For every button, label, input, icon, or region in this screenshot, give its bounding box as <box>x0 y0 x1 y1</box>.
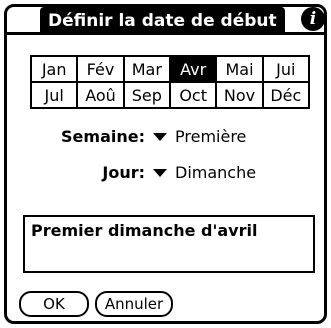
month-cell[interactable]: Aoû <box>77 82 124 108</box>
day-row: Jour: Dimanche <box>57 163 256 182</box>
month-cell[interactable]: Oct <box>169 82 217 108</box>
day-popup-trigger[interactable]: Dimanche <box>153 163 256 182</box>
cancel-button[interactable]: Annuler <box>95 291 173 317</box>
month-cell[interactable]: Sep <box>123 82 170 108</box>
month-cell[interactable]: Fév <box>77 56 124 82</box>
month-cell[interactable]: Jul <box>31 82 78 108</box>
week-popup-trigger[interactable]: Première <box>153 127 246 146</box>
month-cell[interactable]: Avr <box>169 56 217 82</box>
month-cell[interactable]: Jan <box>31 56 78 82</box>
info-icon[interactable]: i <box>301 7 325 31</box>
month-cell[interactable]: Déc <box>262 82 309 108</box>
dropdown-arrow-icon <box>153 168 167 177</box>
date-dialog: Définir la date de début i Jan Fév Mar Avr M… <box>4 4 327 324</box>
day-label: Jour: <box>102 163 145 182</box>
month-cell[interactable]: Nov <box>216 82 263 108</box>
ok-button[interactable]: OK <box>19 291 89 317</box>
month-cell[interactable]: Mar <box>123 56 170 82</box>
title-bar: Définir la date de début i <box>4 4 327 38</box>
month-cell[interactable]: Mai <box>216 56 263 82</box>
month-selector: Jan Fév Mar Avr Mai Jui Jul Aoû Sep Oct Nov Déc <box>30 55 310 109</box>
dropdown-arrow-icon <box>153 132 167 141</box>
day-value: Dimanche <box>175 163 257 182</box>
week-value: Première <box>175 127 247 146</box>
result-description: Premier dimanche d'avril <box>23 215 315 273</box>
dialog-title: Définir la date de début <box>40 7 285 35</box>
week-label: Semaine: <box>61 127 145 146</box>
month-cell[interactable]: Jui <box>262 56 309 82</box>
week-row: Semaine: Première <box>57 127 246 146</box>
